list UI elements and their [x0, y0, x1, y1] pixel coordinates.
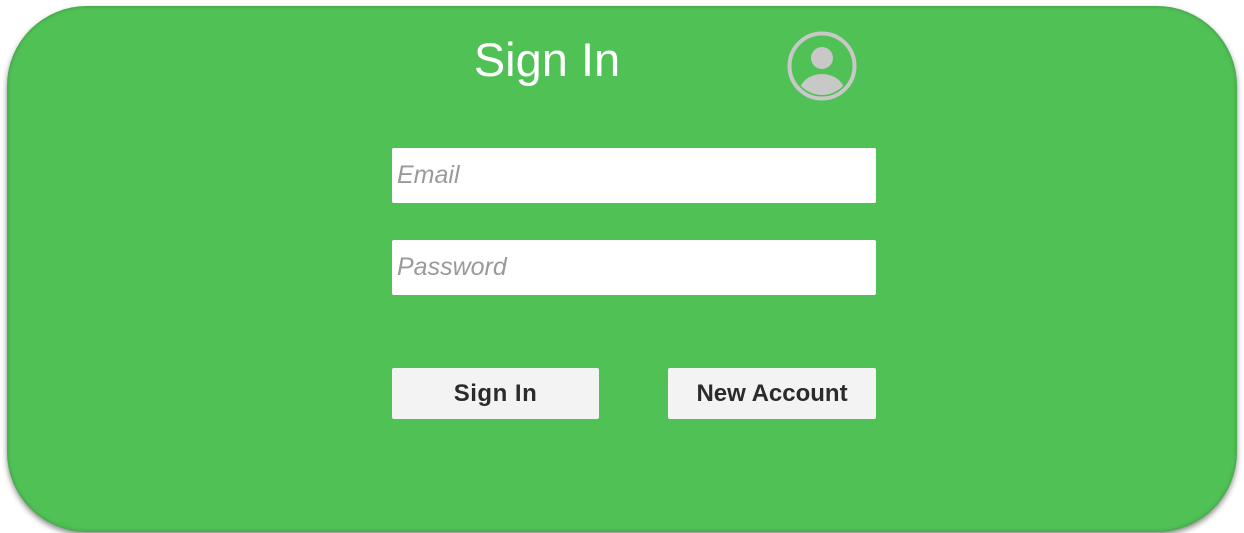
sign-in-panel: Sign In Sign In New Account — [7, 6, 1237, 532]
sign-in-button[interactable]: Sign In — [392, 368, 599, 419]
new-account-button[interactable]: New Account — [668, 368, 876, 419]
user-avatar-icon — [787, 31, 857, 101]
email-input[interactable] — [392, 148, 876, 203]
page-title: Sign In — [473, 33, 621, 86]
password-input[interactable] — [392, 240, 876, 295]
